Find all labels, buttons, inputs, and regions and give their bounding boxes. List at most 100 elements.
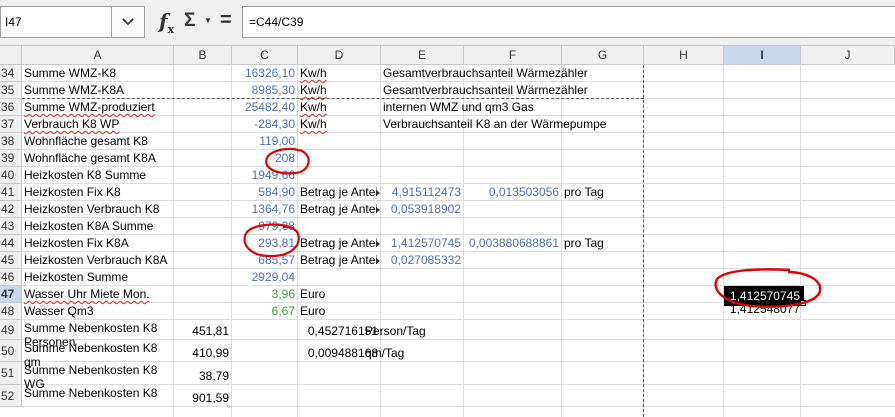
- column-header-h[interactable]: H: [644, 46, 724, 65]
- row-header-41[interactable]: 41: [0, 184, 22, 201]
- cell-e36[interactable]: internen WMZ und qm3 Gas: [383, 100, 534, 115]
- sum-dropdown-icon[interactable]: ▼: [204, 16, 212, 25]
- cell-a40[interactable]: Heizkosten K8 Summe: [24, 168, 146, 183]
- row-header-36[interactable]: 36: [0, 99, 22, 116]
- row-gridline: [22, 217, 895, 218]
- cell-d47[interactable]: Euro: [300, 287, 325, 302]
- cell-a39[interactable]: Wohnfläche gesamt K8A: [24, 151, 156, 166]
- cell-b50[interactable]: 410,99: [174, 346, 229, 361]
- cell-f44[interactable]: 0,003880688861: [464, 236, 559, 251]
- cell-a44[interactable]: Heizkosten Fix K8A: [24, 236, 129, 251]
- cell-g44[interactable]: pro Tag: [564, 236, 604, 251]
- column-header-d[interactable]: D: [298, 46, 381, 65]
- column-header-i[interactable]: I: [724, 46, 801, 65]
- cell-d37[interactable]: Kw/h: [300, 117, 327, 132]
- cell-e34[interactable]: Gesamtverbrauchsanteil Wärmezähler: [383, 66, 588, 81]
- cell-c42[interactable]: 1364,76: [232, 202, 295, 217]
- cell-a46[interactable]: Heizkosten Summe: [24, 270, 128, 285]
- formula-equals-icon[interactable]: =: [220, 9, 232, 32]
- cell-a42[interactable]: Heizkosten Verbrauch K8: [24, 202, 159, 217]
- column-header-g[interactable]: G: [562, 46, 644, 65]
- fill-handle[interactable]: [800, 300, 806, 306]
- row-header-42[interactable]: 42: [0, 201, 22, 218]
- row-header-47[interactable]: 47: [0, 286, 22, 303]
- row-header-39[interactable]: 39: [0, 150, 22, 167]
- cell-c36[interactable]: 25482,40: [232, 100, 295, 115]
- formula-input[interactable]: =C44/C39: [242, 6, 895, 38]
- row-header-48[interactable]: 48: [0, 303, 22, 320]
- cell-a37[interactable]: Verbrauch K8 WP: [24, 117, 119, 132]
- cell-c47[interactable]: 3,96: [232, 287, 295, 302]
- cell-b52[interactable]: 901,59: [174, 391, 229, 406]
- row-header-44[interactable]: 44: [0, 235, 22, 252]
- cell-c39[interactable]: 208: [232, 151, 295, 166]
- cell-d35[interactable]: Kw/h: [300, 83, 327, 98]
- cell-c46[interactable]: 2929,04: [232, 270, 295, 285]
- cell-d34[interactable]: Kw/h: [300, 66, 327, 81]
- column-header-b[interactable]: B: [174, 46, 232, 65]
- cell-g41[interactable]: pro Tag: [564, 185, 604, 200]
- cell-d44[interactable]: Betrag je Anteil: [300, 236, 377, 251]
- row-header-35[interactable]: 35: [0, 82, 22, 99]
- cell-a43[interactable]: Heizkosten K8A Summe: [24, 219, 153, 234]
- cell-c38[interactable]: 119,00: [232, 134, 295, 149]
- cell-a47[interactable]: Wasser Uhr Miete Mon.: [24, 287, 150, 302]
- cell-c48[interactable]: 6,67: [232, 304, 295, 319]
- cell-c43[interactable]: 979,38: [232, 219, 295, 234]
- cell-e44[interactable]: 1,412570745: [381, 236, 461, 251]
- name-box[interactable]: I47: [0, 6, 112, 38]
- cell-a36[interactable]: Summe WMZ-produziert: [24, 100, 155, 115]
- cell-a34[interactable]: Summe WMZ-K8: [24, 66, 116, 81]
- cell-e42[interactable]: 0,053918902: [381, 202, 461, 217]
- cell-e49[interactable]: Person/Tag: [365, 324, 426, 339]
- spreadsheet-grid[interactable]: ABCDEFGHIJ 34 35 36 37 38 39 40 41 42 43 44 45 46 47 4…: [0, 46, 895, 417]
- cell-a48[interactable]: Wasser Qm3: [24, 304, 94, 319]
- sum-icon[interactable]: Σ: [184, 10, 195, 32]
- column-header-j[interactable]: J: [801, 46, 895, 65]
- select-all-corner[interactable]: [0, 46, 22, 65]
- cell-c41[interactable]: 584,90: [232, 185, 295, 200]
- row-header-40[interactable]: 40: [0, 167, 22, 184]
- cell-b51[interactable]: 38,79: [174, 369, 229, 384]
- row-header-46[interactable]: 46: [0, 269, 22, 286]
- cell-d42[interactable]: Betrag je Anteil: [300, 202, 377, 217]
- cell-c35[interactable]: 8985,30: [232, 83, 295, 98]
- cell-i48[interactable]: 1,412548077: [724, 302, 800, 317]
- row-header-38[interactable]: 38: [0, 133, 22, 150]
- row-header-43[interactable]: 43: [0, 218, 22, 235]
- cell-e45[interactable]: 0,027085332: [381, 253, 461, 268]
- row-header-51[interactable]: 51: [0, 362, 22, 385]
- column-header-e[interactable]: E: [381, 46, 464, 65]
- row-header-52[interactable]: 52: [0, 385, 22, 407]
- row-header-50[interactable]: 50: [0, 340, 22, 362]
- cell-c40[interactable]: 1949,66: [232, 168, 295, 183]
- cell-a41[interactable]: Heizkosten Fix K8: [24, 185, 121, 200]
- cell-a45[interactable]: Heizkosten Verbrauch K8A: [24, 253, 167, 268]
- cell-c45[interactable]: 685,57: [232, 253, 295, 268]
- row-header-34[interactable]: 34: [0, 65, 22, 82]
- row-header-37[interactable]: 37: [0, 116, 22, 133]
- column-header-a[interactable]: A: [22, 46, 174, 65]
- cell-d36[interactable]: Kw/h: [300, 100, 327, 115]
- cell-e50[interactable]: qm/Tag: [365, 346, 404, 361]
- cell-a38[interactable]: Wohnfläche gesamt K8: [24, 134, 148, 149]
- cell-f41[interactable]: 0,013503056: [464, 185, 559, 200]
- column-header-c[interactable]: C: [232, 46, 298, 65]
- name-box-dropdown-button[interactable]: [112, 6, 145, 38]
- cell-a52[interactable]: Summe Nebenkosten K8: [24, 386, 172, 400]
- cell-d41[interactable]: Betrag je Anteil: [300, 185, 377, 200]
- function-wizard-icon[interactable]: fx: [159, 9, 174, 36]
- cell-c34[interactable]: 16326,10: [232, 66, 295, 81]
- cell-b49[interactable]: 451,81: [174, 324, 229, 339]
- cell-d48[interactable]: Euro: [300, 304, 325, 319]
- cell-c44[interactable]: 293,81: [232, 236, 295, 251]
- cell-c37[interactable]: -284,30: [232, 117, 295, 132]
- cell-e35[interactable]: Gesamtverbrauchsanteil Wärmezähler: [383, 83, 588, 98]
- column-header-f[interactable]: F: [464, 46, 562, 65]
- cell-d45[interactable]: Betrag je Anteil: [300, 253, 377, 268]
- row-header-45[interactable]: 45: [0, 252, 22, 269]
- cell-a35[interactable]: Summe WMZ-K8A: [24, 83, 124, 98]
- cell-e41[interactable]: 4,915112473: [381, 185, 461, 200]
- cell-e37[interactable]: Verbrauchsanteil K8 an der Wärmepumpe: [383, 117, 606, 132]
- row-header-49[interactable]: 49: [0, 320, 22, 340]
